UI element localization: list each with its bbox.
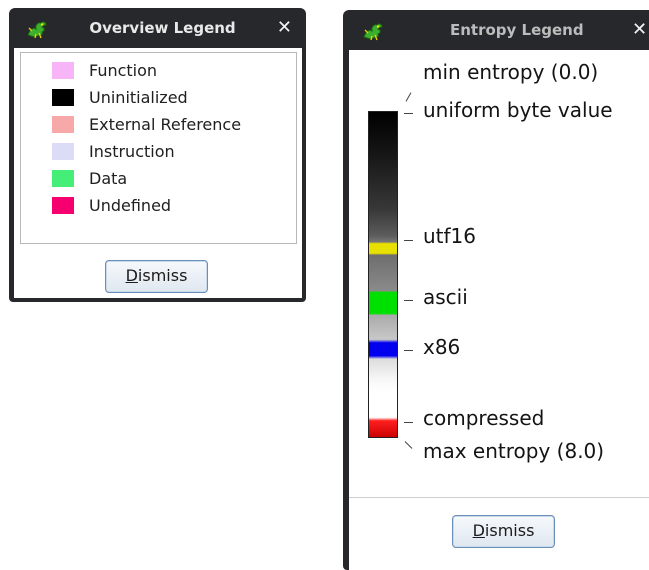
- tick-diagonal: [404, 441, 413, 449]
- dismiss-button[interactable]: Dismiss: [452, 515, 555, 548]
- dragon-icon: [26, 19, 48, 39]
- dismiss-mnemonic: D: [125, 266, 138, 285]
- color-swatch: [52, 116, 74, 133]
- entropy-legend-window: Entropy Legend ✕ min entropy (0.0) unifo…: [343, 10, 649, 570]
- legend-label: Data: [89, 169, 128, 188]
- legend-label: Function: [89, 61, 158, 80]
- tick-mark: [404, 350, 413, 351]
- max-entropy-label: max entropy (8.0): [423, 439, 605, 463]
- x86-label: x86: [423, 335, 461, 359]
- uniform-byte-label: uniform byte value: [423, 98, 613, 122]
- window-title: Overview Legend: [89, 19, 236, 37]
- dismiss-label: ismiss: [137, 266, 188, 285]
- entropy-titlebar[interactable]: Entropy Legend ✕: [343, 10, 649, 50]
- legend-panel: Function Uninitialized External Referenc…: [20, 52, 297, 244]
- compressed-label: compressed: [423, 406, 545, 430]
- color-swatch: [52, 197, 74, 214]
- ascii-label: ascii: [423, 285, 468, 309]
- color-swatch: [52, 170, 74, 187]
- dragon-icon: [362, 21, 384, 41]
- dismiss-mnemonic: D: [472, 521, 485, 540]
- tick-mark: [404, 240, 413, 241]
- overview-content: Function Uninitialized External Referenc…: [14, 48, 302, 298]
- min-entropy-label: min entropy (0.0): [423, 60, 599, 84]
- overview-titlebar[interactable]: Overview Legend ✕: [9, 8, 306, 48]
- entropy-content: min entropy (0.0) uniform byte value utf…: [349, 50, 649, 570]
- overview-legend-window: Overview Legend ✕ Function Uninitialized…: [9, 8, 306, 302]
- window-title: Entropy Legend: [450, 21, 584, 39]
- color-swatch: [52, 62, 74, 79]
- tick-diagonal: [405, 92, 412, 102]
- utf16-label: utf16: [423, 224, 477, 248]
- dismiss-label: ismiss: [484, 521, 535, 540]
- legend-label: Instruction: [89, 142, 175, 161]
- legend-label: Undefined: [89, 196, 172, 215]
- close-icon[interactable]: ✕: [277, 8, 292, 48]
- dismiss-button[interactable]: Dismiss: [105, 260, 208, 293]
- tick-mark: [404, 113, 413, 114]
- separator: [349, 497, 649, 498]
- tick-mark: [404, 422, 413, 423]
- color-swatch: [52, 143, 74, 160]
- color-swatch: [52, 89, 74, 106]
- close-icon[interactable]: ✕: [632, 10, 647, 50]
- tick-mark: [404, 300, 413, 301]
- legend-label: Uninitialized: [89, 88, 188, 107]
- entropy-gradient-bar: [368, 111, 398, 438]
- legend-label: External Reference: [89, 115, 242, 134]
